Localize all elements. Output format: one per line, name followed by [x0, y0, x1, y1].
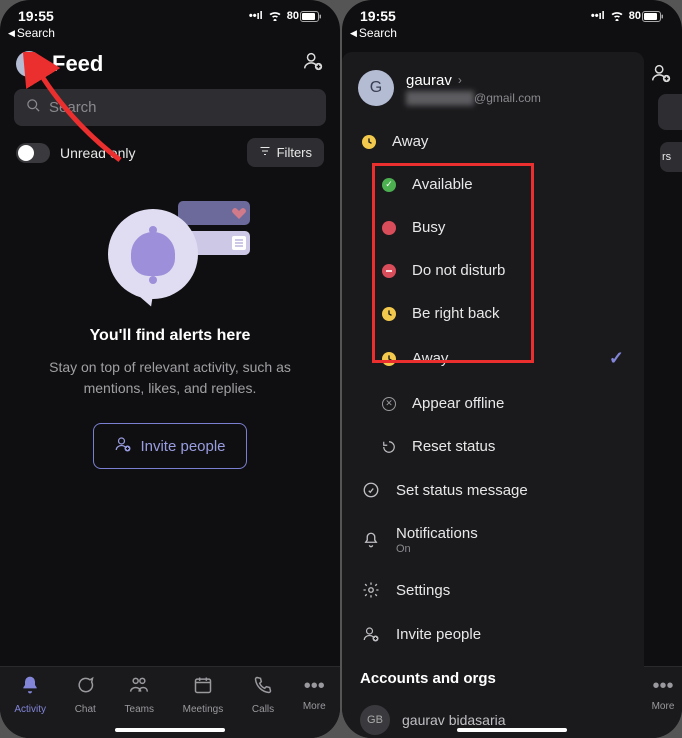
busy-status-icon	[382, 221, 396, 235]
current-status[interactable]: Away	[342, 120, 644, 163]
filter-icon	[259, 145, 271, 160]
away-status-icon	[382, 352, 396, 366]
status-option-available[interactable]: ✓ Available	[342, 163, 644, 206]
status-option-brb[interactable]: Be right back	[342, 292, 644, 335]
status-time: 19:55	[360, 8, 396, 24]
phone-icon	[253, 675, 273, 701]
account-avatar: GB	[360, 705, 390, 735]
tab-activity[interactable]: Activity	[14, 675, 46, 715]
invite-people-button[interactable]: Invite people	[93, 423, 246, 469]
tab-chat[interactable]: Chat	[75, 675, 96, 715]
empty-illustration	[90, 189, 250, 309]
set-status-message[interactable]: Set status message	[342, 468, 644, 512]
chevron-right-icon: ›	[458, 73, 462, 87]
filters-button[interactable]: Filters	[247, 138, 324, 167]
tab-teams[interactable]: Teams	[125, 675, 154, 715]
filters-button-peek[interactable]: rs	[660, 142, 682, 172]
filter-row: Unread only Filters	[0, 138, 340, 179]
search-input-peek[interactable]	[658, 94, 682, 130]
screen-left: 19:55 ••ıl 80 ◀Search G Feed Search	[0, 0, 340, 738]
profile-header[interactable]: G gaurav › ████████@gmail.com	[342, 52, 644, 120]
tab-calls[interactable]: Calls	[252, 675, 274, 715]
teams-icon	[129, 675, 149, 701]
check-icon: ✓	[609, 348, 624, 369]
home-indicator	[457, 728, 567, 732]
unread-toggle[interactable]: Unread only	[16, 143, 136, 163]
status-time: 19:55	[18, 8, 54, 24]
bell-icon	[362, 531, 380, 549]
bell-icon	[20, 675, 40, 701]
profile-email: ████████@gmail.com	[406, 91, 628, 105]
tab-more[interactable]: ••• More	[644, 666, 682, 738]
dnd-status-icon	[382, 264, 396, 278]
wifi-icon	[609, 9, 625, 24]
profile-avatar[interactable]: G	[16, 51, 42, 77]
add-person-icon[interactable]	[650, 62, 672, 89]
back-to-search[interactable]: ◀Search	[0, 26, 340, 44]
status-icons: ••ıl 80	[591, 9, 664, 24]
search-input[interactable]: Search	[14, 89, 326, 126]
bell-icon	[131, 232, 175, 276]
home-indicator	[115, 728, 225, 732]
status-bar: 19:55 ••ıl 80	[0, 0, 340, 26]
tab-meetings[interactable]: Meetings	[183, 675, 224, 715]
wifi-icon	[267, 9, 283, 24]
status-option-dnd[interactable]: Do not disturb	[342, 249, 644, 292]
empty-state: You'll find alerts here Stay on top of r…	[0, 179, 340, 479]
search-icon	[26, 98, 41, 117]
gear-icon	[362, 581, 380, 599]
status-option-away[interactable]: Away ✓	[342, 335, 644, 382]
header: G Feed	[0, 44, 340, 89]
empty-title: You'll find alerts here	[90, 327, 251, 345]
status-bar: 19:55 ••ıl 80	[342, 0, 682, 26]
calendar-icon	[193, 675, 213, 701]
away-status-icon	[362, 135, 376, 149]
reset-status[interactable]: Reset status	[342, 425, 644, 468]
offline-status-icon: ✕	[382, 397, 396, 411]
battery-icon: 80	[629, 10, 664, 22]
brb-status-icon	[382, 307, 396, 321]
add-person-icon	[114, 435, 132, 457]
empty-subtitle: Stay on top of relevant activity, such a…	[28, 357, 312, 399]
invite-people[interactable]: Invite people	[342, 612, 644, 656]
add-person-icon[interactable]	[302, 50, 324, 77]
status-option-offline[interactable]: ✕ Appear offline	[342, 382, 644, 425]
status-icons: ••ıl 80	[249, 9, 322, 24]
battery-icon: 80	[287, 10, 322, 22]
chat-icon	[75, 675, 95, 701]
reset-icon	[382, 440, 396, 454]
settings[interactable]: Settings	[342, 568, 644, 612]
edit-icon	[362, 481, 380, 499]
tab-more[interactable]: ••• More	[303, 675, 326, 712]
profile-avatar: G	[358, 70, 394, 106]
accounts-section-title: Accounts and orgs	[342, 656, 644, 695]
back-to-search[interactable]: ◀Search	[342, 26, 682, 44]
screen-right: 19:55 ••ıl 80 ◀Search rs G gaurav ›	[342, 0, 682, 738]
notifications[interactable]: Notifications On	[342, 512, 644, 568]
available-status-icon: ✓	[382, 178, 396, 192]
more-icon: •••	[304, 675, 325, 698]
status-option-busy[interactable]: Busy	[342, 206, 644, 249]
add-person-icon	[362, 625, 380, 643]
profile-menu: G gaurav › ████████@gmail.com Away ✓ Ava…	[342, 52, 644, 738]
more-icon: •••	[652, 675, 673, 698]
profile-name: gaurav ›	[406, 72, 628, 89]
page-title: Feed	[52, 51, 292, 77]
